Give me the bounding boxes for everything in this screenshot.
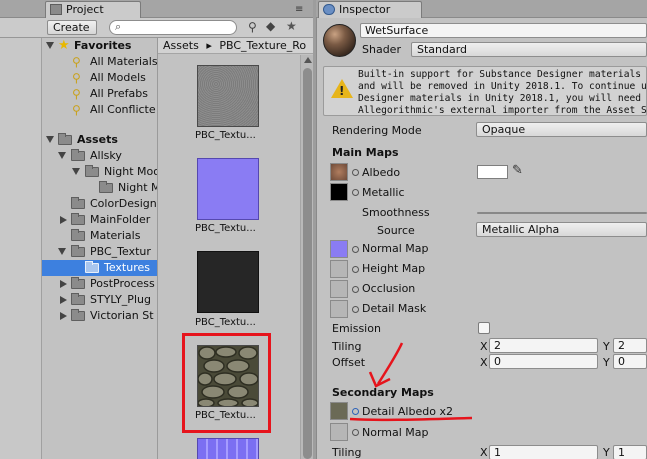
annotation-underline <box>349 416 473 422</box>
annotation-overlay <box>349 342 473 422</box>
annotation-arrow-icon <box>376 342 404 385</box>
